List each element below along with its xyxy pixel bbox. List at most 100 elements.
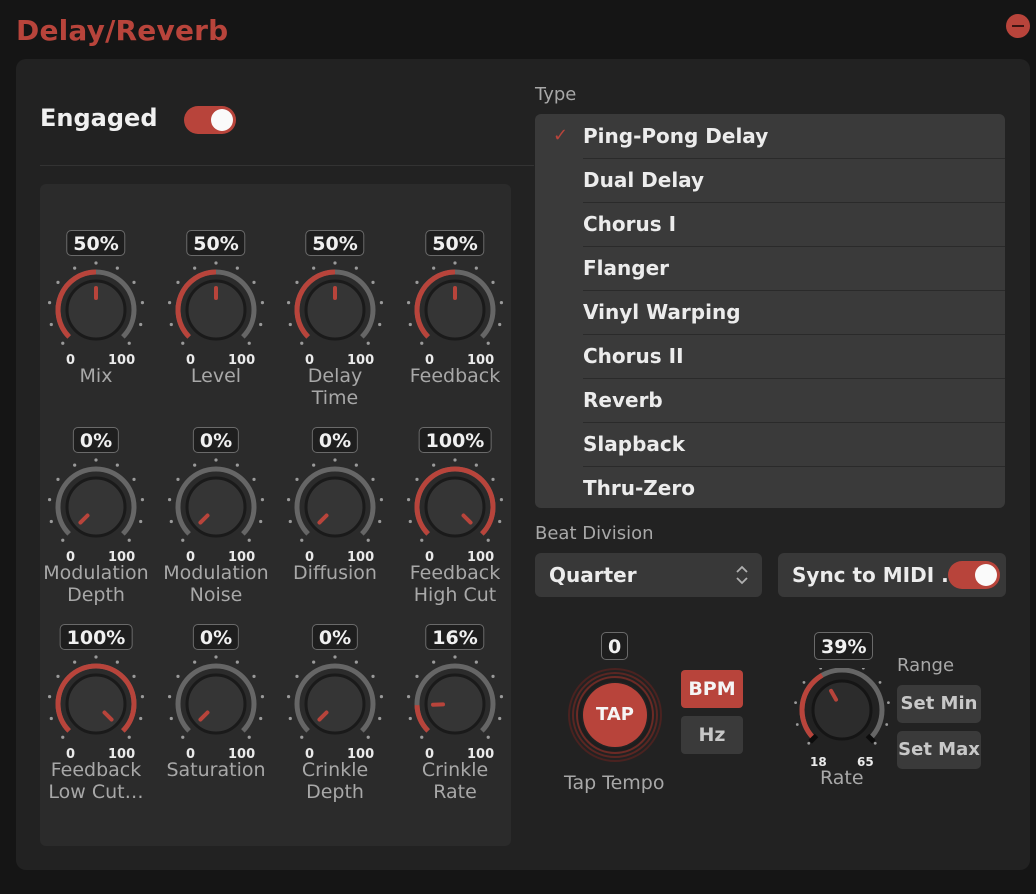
knob-tick	[140, 695, 145, 699]
knob-tick	[259, 716, 263, 721]
knob-tick	[354, 266, 358, 270]
knob-tick	[127, 341, 131, 345]
knob-body	[65, 476, 127, 538]
rate-tick	[885, 723, 889, 726]
knob-feedback[interactable]	[405, 260, 505, 360]
window-title: Delay/Reverb	[16, 14, 229, 47]
knob-tick	[378, 519, 382, 524]
knob-tick	[474, 266, 478, 270]
type-option-slapback[interactable]: Slapback	[583, 422, 1005, 467]
type-option-chorus-i[interactable]: Chorus I	[583, 202, 1005, 247]
rate-tick	[795, 723, 799, 726]
knob-tick	[378, 322, 382, 327]
knob-tick	[176, 674, 180, 678]
set-min-button[interactable]: Set Min	[897, 685, 981, 723]
knob-feedback-high-cut[interactable]	[405, 457, 505, 557]
knob-tick	[486, 735, 490, 739]
set-max-button[interactable]: Set Max	[897, 731, 981, 769]
knob-diffusion[interactable]	[285, 457, 385, 557]
knob-tick	[49, 519, 53, 524]
knob-tick	[73, 463, 77, 467]
rate-tick	[887, 701, 890, 705]
knob-tick	[169, 322, 173, 327]
knob-feedback-high-cut-value: 100%	[418, 427, 492, 453]
knob-tick	[474, 660, 478, 664]
rate-value: 39%	[814, 632, 874, 660]
knob-tick	[193, 660, 197, 664]
toggle-knob	[211, 109, 233, 131]
type-option-thru-zero[interactable]: Thru-Zero	[583, 466, 1005, 508]
type-option-flanger[interactable]: Flanger	[583, 246, 1005, 291]
knob-saturation[interactable]	[166, 654, 266, 754]
type-option-chorus-ii[interactable]: Chorus II	[583, 334, 1005, 379]
knob-tick	[498, 716, 502, 721]
rate-knob-body	[811, 679, 873, 741]
knob-feedback-low-cut[interactable]	[46, 654, 146, 754]
hz-button[interactable]: Hz	[681, 716, 743, 754]
knob-tick	[420, 341, 424, 345]
type-option-vinyl-warping[interactable]: Vinyl Warping	[583, 290, 1005, 335]
knob-tick	[366, 735, 370, 739]
bpm-button[interactable]: BPM	[681, 670, 743, 708]
knob-tick	[288, 519, 292, 524]
sync-midi-label: Sync to MIDI ...	[792, 563, 964, 587]
knob-tick	[378, 716, 382, 721]
engaged-toggle[interactable]	[184, 106, 236, 134]
rate-tick	[819, 668, 823, 670]
knob-tick	[169, 519, 173, 524]
knob-tick	[491, 674, 495, 678]
knob-tick	[420, 538, 424, 542]
knob-tick	[252, 280, 256, 284]
up-down-chevron-icon	[736, 565, 748, 585]
knob-delay-time[interactable]	[285, 260, 385, 360]
knob-modulation-noise[interactable]	[166, 457, 266, 557]
knob-mix[interactable]	[46, 260, 146, 360]
type-list[interactable]: Ping-Pong Delay Dual Delay Chorus I Flan…	[535, 114, 1005, 508]
knob-tick	[415, 280, 419, 284]
knob-tick	[300, 538, 304, 542]
knob-tick	[56, 477, 60, 481]
knob-tick	[379, 301, 384, 305]
knob-tick	[354, 660, 358, 664]
knob-body	[304, 476, 366, 538]
sync-midi-toggle[interactable]	[948, 561, 1000, 589]
knob-tick	[333, 261, 337, 265]
knob-level[interactable]	[166, 260, 266, 360]
beat-division-select[interactable]: Quarter	[535, 553, 762, 597]
knob-tick	[61, 735, 65, 739]
knob-tick	[366, 538, 370, 542]
knob-crinkle-depth[interactable]	[285, 654, 385, 754]
knob-tick	[49, 716, 53, 721]
knob-tick	[300, 341, 304, 345]
knob-tick	[235, 463, 239, 467]
knob-tick	[333, 458, 337, 462]
knob-tick	[379, 695, 384, 699]
knob-body	[424, 476, 486, 538]
minimize-icon[interactable]	[1006, 14, 1030, 38]
type-option-dual-delay[interactable]: Dual Delay	[583, 158, 1005, 203]
knob-tick	[415, 674, 419, 678]
knob-tick	[127, 538, 131, 542]
knob-tick	[167, 301, 172, 305]
knob-tick	[498, 322, 502, 327]
type-option-ping-pong-delay[interactable]: Ping-Pong Delay	[583, 114, 1005, 159]
knob-modulation-depth[interactable]	[46, 457, 146, 557]
knob-body	[185, 476, 247, 538]
knob-tick	[406, 695, 411, 699]
knob-tick	[379, 498, 384, 502]
knob-crinkle-rate[interactable]	[405, 654, 505, 754]
knob-tick	[354, 463, 358, 467]
type-option-reverb[interactable]: Reverb	[583, 378, 1005, 423]
knob-tick	[176, 280, 180, 284]
knob-modulation-depth-value: 0%	[72, 427, 120, 453]
knob-tick	[127, 735, 131, 739]
knob-body	[185, 673, 247, 735]
rate-knob[interactable]	[794, 668, 890, 754]
tap-button[interactable]: TAP	[583, 683, 647, 747]
knob-tick	[139, 322, 143, 327]
knob-tick	[453, 261, 457, 265]
knob-tick	[486, 341, 490, 345]
range-label: Range	[897, 655, 955, 676]
knob-body	[304, 673, 366, 735]
knob-tick	[247, 538, 251, 542]
